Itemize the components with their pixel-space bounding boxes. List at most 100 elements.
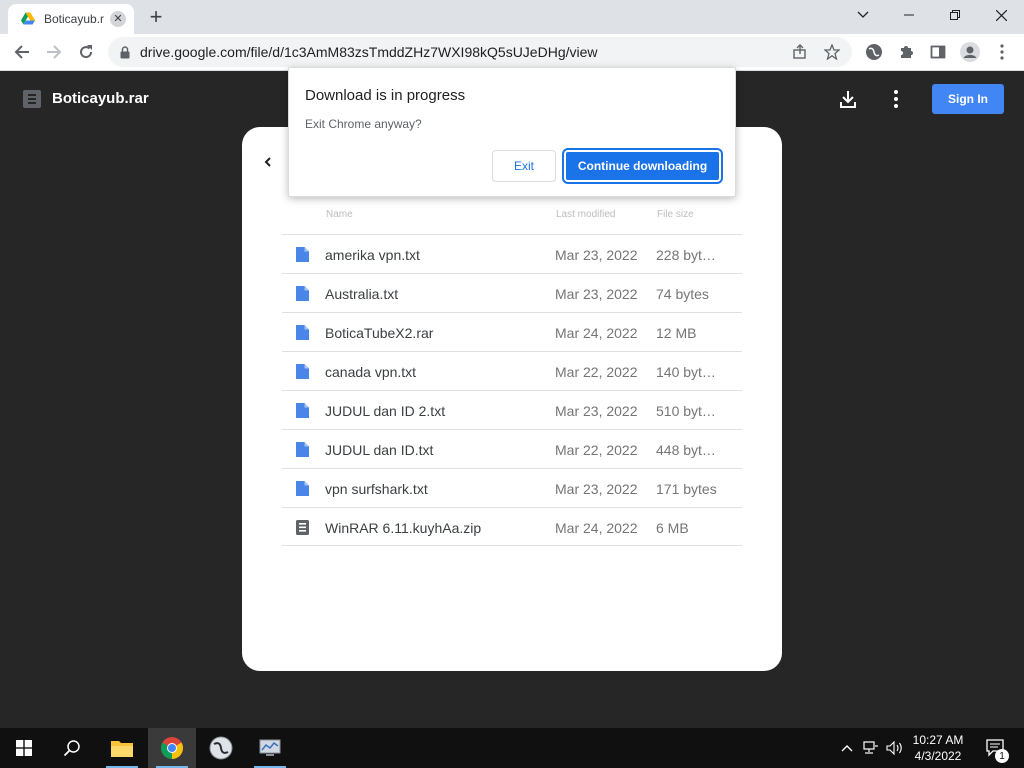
file-list: amerika vpn.txt Mar 23, 2022 228 byt… Austr…: [282, 234, 742, 546]
extensions-puzzle-icon[interactable]: [892, 38, 920, 66]
action-center-button[interactable]: 1: [976, 728, 1016, 768]
file-row-modified: Mar 23, 2022: [555, 247, 638, 263]
document-file-icon: [296, 247, 309, 262]
network-monitor-icon: [259, 739, 281, 756]
chrome-taskbar-button[interactable]: [148, 728, 196, 768]
document-file-icon: [296, 481, 309, 496]
document-file-icon: [296, 403, 309, 418]
browser-tab[interactable]: Boticayub.r ✕: [8, 4, 134, 34]
file-row[interactable]: BoticaTubeX2.rar Mar 24, 2022 12 MB: [282, 312, 742, 351]
clock-time: 10:27 AM: [912, 733, 964, 747]
tab-search-icon[interactable]: [840, 0, 886, 30]
file-row-size: 74 bytes: [656, 286, 709, 302]
file-row-name: WinRAR 6.11.kuyhAa.zip: [325, 520, 482, 536]
reload-icon[interactable]: [72, 38, 100, 66]
file-row-modified: Mar 24, 2022: [555, 520, 638, 536]
file-row-size: 12 MB: [656, 325, 697, 341]
url-text: drive.google.com/file/d/1c3AmM83zsTmddZH…: [140, 44, 598, 60]
show-hidden-icons-chevron-icon[interactable]: [838, 728, 856, 768]
folder-icon: [111, 741, 133, 757]
continue-downloading-button[interactable]: Continue downloading: [562, 148, 723, 184]
extension-globe-icon[interactable]: [860, 38, 888, 66]
document-file-icon: [296, 325, 309, 340]
volume-icon[interactable]: [884, 728, 906, 768]
more-options-icon[interactable]: [884, 87, 908, 111]
bookmark-star-icon[interactable]: [824, 44, 840, 60]
profile-avatar-icon[interactable]: [956, 38, 984, 66]
search-icon: [63, 740, 80, 757]
file-row[interactable]: Australia.txt Mar 23, 2022 74 bytes: [282, 273, 742, 312]
close-window-button[interactable]: [978, 0, 1024, 30]
file-row[interactable]: JUDUL dan ID.txt Mar 22, 2022 448 byt…: [282, 429, 742, 468]
file-row-size: 6 MB: [656, 520, 689, 536]
dialog-title: Download is in progress: [305, 87, 466, 104]
clock-date: 4/3/2022: [914, 749, 962, 763]
start-button[interactable]: [0, 728, 48, 768]
sign-in-button[interactable]: Sign In: [932, 84, 1004, 114]
windows-logo-icon: [16, 740, 32, 756]
file-explorer-button[interactable]: [98, 728, 146, 768]
file-row[interactable]: JUDUL dan ID 2.txt Mar 23, 2022 510 byt…: [282, 390, 742, 429]
restore-button[interactable]: [932, 0, 978, 30]
chrome-menu-icon[interactable]: [988, 38, 1016, 66]
column-header-modified[interactable]: Last modified: [556, 209, 615, 220]
notification-count-badge: 1: [995, 749, 1009, 763]
file-row-name: JUDUL dan ID.txt: [325, 442, 434, 458]
column-header-name[interactable]: Name: [326, 209, 353, 220]
file-row[interactable]: canada vpn.txt Mar 22, 2022 140 byt…: [282, 351, 742, 390]
file-row-name: canada vpn.txt: [325, 364, 417, 380]
search-button[interactable]: [48, 728, 96, 768]
file-row-modified: Mar 22, 2022: [555, 364, 638, 380]
column-header-size[interactable]: File size: [657, 209, 694, 220]
network-app-taskbar-button[interactable]: [246, 728, 294, 768]
file-row-modified: Mar 23, 2022: [555, 403, 638, 419]
windows-taskbar: 10:27 AM 4/3/2022 1: [0, 728, 1024, 768]
dialog-message: Exit Chrome anyway?: [305, 117, 422, 131]
side-panel-icon[interactable]: [924, 38, 952, 66]
file-row[interactable]: amerika vpn.txt Mar 23, 2022 228 byt…: [282, 234, 742, 273]
chrome-icon: [161, 737, 183, 759]
file-row-name: vpn surfshark.txt: [325, 481, 428, 497]
new-tab-button[interactable]: +: [145, 6, 167, 28]
file-row-size: 228 byt…: [656, 247, 716, 263]
file-row-size: 140 byt…: [656, 364, 716, 380]
file-name: Boticayub.rar: [52, 90, 149, 107]
download-icon[interactable]: [836, 87, 860, 111]
archive-file-icon: [23, 90, 41, 108]
network-icon[interactable]: [860, 728, 882, 768]
exit-button[interactable]: Exit: [492, 150, 556, 182]
document-file-icon: [296, 364, 309, 379]
clock[interactable]: 10:27 AM 4/3/2022: [906, 732, 970, 764]
file-row[interactable]: vpn surfshark.txt Mar 23, 2022 171 bytes: [282, 468, 742, 507]
address-bar[interactable]: drive.google.com/file/d/1c3AmM83zsTmddZH…: [108, 37, 852, 67]
tab-title: Boticayub.r: [44, 12, 105, 26]
file-row-size: 510 byt…: [656, 403, 716, 419]
app-taskbar-button[interactable]: [197, 728, 245, 768]
file-row-size: 171 bytes: [656, 481, 717, 497]
archive-contents-panel: Name Last modified File size amerika vpn…: [242, 127, 782, 671]
archive-file-icon: [296, 520, 309, 535]
back-arrow-icon[interactable]: [8, 38, 36, 66]
file-row-name: amerika vpn.txt: [325, 247, 420, 263]
tab-close-icon[interactable]: ✕: [110, 11, 126, 27]
browser-toolbar: drive.google.com/file/d/1c3AmM83zsTmddZH…: [0, 34, 1024, 71]
file-row-modified: Mar 24, 2022: [555, 325, 638, 341]
file-row-modified: Mar 22, 2022: [555, 442, 638, 458]
file-row-name: JUDUL dan ID 2.txt: [325, 403, 446, 419]
file-row-name: BoticaTubeX2.rar: [325, 325, 434, 341]
file-row-modified: Mar 23, 2022: [555, 286, 638, 302]
file-row[interactable]: WinRAR 6.11.kuyhAa.zip Mar 24, 2022 6 MB: [282, 507, 742, 546]
document-file-icon: [296, 286, 309, 301]
file-row-size: 448 byt…: [656, 442, 716, 458]
app-globe-icon: [209, 736, 233, 760]
download-in-progress-dialog: Download is in progress Exit Chrome anyw…: [288, 67, 736, 197]
lock-icon: [120, 45, 130, 58]
back-chevron-icon[interactable]: [261, 155, 275, 169]
file-row-name: Australia.txt: [325, 286, 399, 302]
file-row-modified: Mar 23, 2022: [555, 481, 638, 497]
minimize-button[interactable]: [886, 0, 932, 30]
tab-strip: Boticayub.r ✕ +: [0, 0, 1024, 34]
document-file-icon: [296, 442, 309, 457]
forward-arrow-icon[interactable]: [40, 38, 68, 66]
share-icon[interactable]: [792, 44, 808, 60]
